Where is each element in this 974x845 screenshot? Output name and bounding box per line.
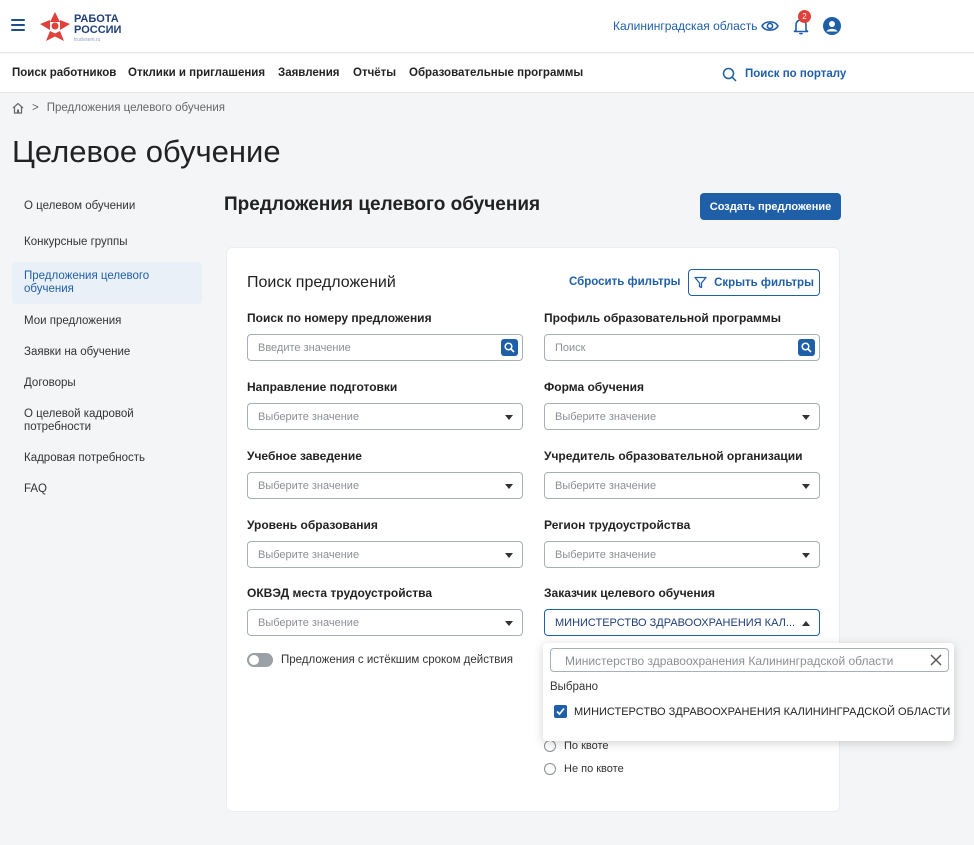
program-profile-placeholder: Поиск (555, 342, 586, 354)
nav-item-reports[interactable]: Отчёты (353, 67, 396, 79)
selected-section-label: Выбрано (550, 681, 599, 693)
customer-dropdown: Министерство здравоохранения Калининград… (543, 643, 954, 741)
offer-number-input[interactable]: Введите значение (247, 334, 523, 361)
direction-label: Направление подготовки (247, 380, 398, 394)
sidebar-item-contracts[interactable]: Договоры (12, 369, 202, 398)
education-level-label: Уровень образования (247, 518, 378, 532)
sidebar-item-contest-groups[interactable]: Конкурсные группы (12, 228, 202, 257)
employment-region-select[interactable]: Выберите значение (544, 541, 820, 568)
sidebar-item-staff-need-about[interactable]: О целевой кадровой потребности (12, 400, 202, 442)
chevron-down-icon (802, 484, 810, 489)
breadcrumb: > Предложения целевого обучения (12, 102, 225, 114)
study-form-label: Форма обучения (544, 380, 644, 394)
customer-selected-value: МИНИСТЕРСТВО ЗДРАВООХРАНЕНИЯ КАЛ... (555, 617, 795, 629)
okved-placeholder: Выберите значение (258, 617, 360, 629)
portal-search[interactable]: Поиск по порталу (722, 65, 846, 83)
search-icon[interactable] (501, 339, 518, 356)
offer-number-label: Поиск по номеру предложения (247, 311, 432, 325)
breadcrumb-separator: > (32, 102, 39, 114)
nav-item-responses[interactable]: Отклики и приглашения (128, 67, 265, 79)
chevron-down-icon (505, 484, 513, 489)
hide-filters-label: Скрыть фильтры (714, 276, 814, 289)
close-icon[interactable] (929, 653, 943, 667)
chevron-down-icon (505, 553, 513, 558)
filter-icon (694, 276, 707, 289)
search-icon[interactable] (798, 339, 815, 356)
founder-placeholder: Выберите значение (555, 480, 657, 492)
non-quota-radio-row: Не по квоте (544, 763, 624, 775)
customer-option-label: МИНИСТЕРСТВО ЗДРАВООХРАНЕНИЯ КАЛИНИНГРАД… (574, 705, 951, 718)
institution-label: Учебное заведение (247, 449, 362, 463)
region-selector[interactable]: Калининградская область (613, 19, 758, 33)
breadcrumb-current: Предложения целевого обучения (46, 102, 225, 114)
filter-title: Поиск предложений (247, 274, 396, 291)
quota-radio[interactable] (544, 740, 556, 752)
employment-region-placeholder: Выберите значение (555, 549, 657, 561)
main-nav: Поиск работников Отклики и приглашения З… (0, 54, 974, 93)
logo-mark-icon (40, 12, 70, 41)
program-profile-input[interactable]: Поиск (544, 334, 820, 361)
program-profile-label: Профиль образовательной программы (544, 311, 782, 325)
eye-icon[interactable] (760, 16, 780, 36)
nav-item-applications[interactable]: Заявления (278, 67, 340, 79)
customer-select[interactable]: МИНИСТЕРСТВО ЗДРАВООХРАНЕНИЯ КАЛ... (544, 609, 820, 636)
nav-item-search-workers[interactable]: Поиск работников (12, 67, 116, 79)
sidebar-item-offers[interactable]: Предложения целевого обучения (12, 262, 202, 304)
create-offer-button[interactable]: Создать предложение (700, 193, 841, 220)
hide-filters-button[interactable]: Скрыть фильтры (688, 269, 820, 296)
quota-radio-row: По квоте (544, 740, 609, 752)
education-level-placeholder: Выберите значение (258, 549, 360, 561)
customer-label: Заказчик целевого обучения (544, 586, 715, 600)
reset-filters-link[interactable]: Сбросить фильтры (569, 276, 681, 288)
institution-select[interactable]: Выберите значение (247, 472, 523, 499)
non-quota-radio-label: Не по квоте (564, 763, 624, 775)
page-title: Целевое обучение (12, 134, 281, 169)
non-quota-radio[interactable] (544, 763, 556, 775)
logo-text: РАБОТА РОССИИ (74, 13, 122, 36)
okved-label: ОКВЭД места трудоустройства (247, 586, 433, 600)
employment-region-label: Регион трудоустройства (544, 518, 691, 532)
expired-toggle-row: Предложения с истёкшим сроком действия (247, 653, 513, 667)
chevron-down-icon (505, 621, 513, 626)
sidebar-item-about[interactable]: О целевом обучении (12, 192, 202, 221)
nav-item-edu-programs[interactable]: Образовательные программы (409, 67, 583, 79)
chevron-up-icon (802, 621, 810, 626)
customer-dropdown-search[interactable]: Министерство здравоохранения Калининград… (550, 648, 949, 672)
expired-toggle-label: Предложения с истёкшим сроком действия (281, 654, 513, 666)
customer-dropdown-search-value: Министерство здравоохранения Калининград… (565, 654, 894, 668)
chevron-down-icon (802, 553, 810, 558)
home-icon[interactable] (12, 102, 24, 114)
top-header: РАБОТА РОССИИ trudvsem.ru Калининградска… (0, 0, 974, 53)
institution-placeholder: Выберите значение (258, 480, 360, 492)
notification-badge: 2 (798, 10, 811, 23)
quota-radio-label: По квоте (564, 740, 609, 752)
logo-subtext: trudvsem.ru (74, 37, 101, 43)
direction-placeholder: Выберите значение (258, 411, 360, 423)
chevron-down-icon (802, 415, 810, 420)
search-icon (722, 67, 737, 82)
education-level-select[interactable]: Выберите значение (247, 541, 523, 568)
section-title: Предложения целевого обучения (224, 194, 541, 215)
user-avatar-icon[interactable] (822, 16, 842, 36)
sidebar-item-study-requests[interactable]: Заявки на обучение (12, 338, 202, 367)
sidebar-item-faq[interactable]: FAQ (12, 475, 202, 504)
logo[interactable]: РАБОТА РОССИИ trudvsem.ru (38, 10, 128, 46)
sidebar-item-my-offers[interactable]: Мои предложения (12, 307, 202, 336)
sidebar: О целевом обучении Конкурсные группы Пре… (12, 192, 202, 504)
portal-search-label: Поиск по порталу (745, 68, 847, 80)
study-form-select[interactable]: Выберите значение (544, 403, 820, 430)
founder-label: Учредитель образовательной организации (544, 449, 803, 463)
sidebar-item-staff-need[interactable]: Кадровая потребность (12, 444, 202, 473)
expired-toggle[interactable] (247, 653, 273, 667)
checkbox-checked-icon[interactable] (554, 705, 567, 718)
founder-select[interactable]: Выберите значение (544, 472, 820, 499)
direction-select[interactable]: Выберите значение (247, 403, 523, 430)
customer-option-selected[interactable]: МИНИСТЕРСТВО ЗДРАВООХРАНЕНИЯ КАЛИНИНГРАД… (554, 705, 950, 718)
menu-icon[interactable] (11, 19, 25, 31)
chevron-down-icon (505, 415, 513, 420)
okved-select[interactable]: Выберите значение (247, 609, 523, 636)
offer-number-placeholder: Введите значение (258, 342, 351, 354)
study-form-placeholder: Выберите значение (555, 411, 657, 423)
